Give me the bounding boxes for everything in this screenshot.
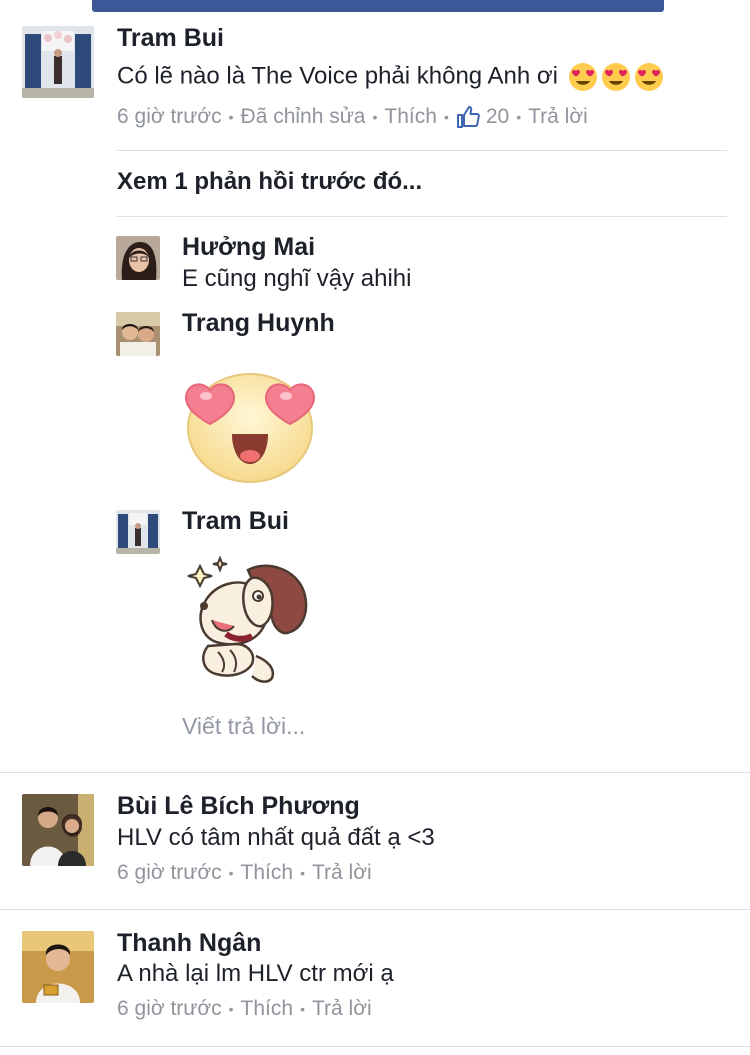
divider [0,1046,750,1047]
divider [117,150,727,151]
meta-separator: • [300,865,305,881]
avatar-photo [116,510,160,554]
heart-eyes-emoji-icon [634,62,664,92]
meta-separator: • [228,1001,234,1017]
heart-eyes-emoji-icon [568,62,598,92]
commenter-name[interactable]: Thanh Ngân [117,929,261,958]
meta-separator: • [228,109,234,125]
comment-meta: 6 giờ trước • Đã chỉnh sửa • Thích • 20 … [117,105,588,129]
comment-text: Có lẽ nào là The Voice phải không Anh ơi [117,62,664,92]
divider [0,772,750,773]
like-count[interactable]: 20 [486,105,509,129]
avatar[interactable] [22,794,94,866]
meta-separator: • [516,109,522,125]
edited-label[interactable]: Đã chỉnh sửa [241,105,366,129]
heart-eyes-sticker-icon[interactable] [180,368,320,484]
replier-name[interactable]: Hưởng Mai [182,233,315,262]
reply-button[interactable]: Trả lời [312,861,372,885]
avatar[interactable] [116,236,160,280]
avatar-photo [22,794,94,866]
replier-name[interactable]: Tram Bui [182,507,289,536]
replier-name[interactable]: Trang Huynh [182,309,335,338]
avatar[interactable] [116,510,160,554]
meta-separator: • [372,109,378,125]
comment-time[interactable]: 6 giờ trước [117,997,222,1021]
avatar-photo [22,931,94,1003]
top-nav-strip [92,0,664,12]
heart-eyes-emoji-icon [601,62,631,92]
top-nav-bar [0,0,750,14]
like-button[interactable]: Thích [384,105,437,129]
comment-meta: 6 giờ trước • Thích • Trả lời [117,861,372,885]
comment-text: A nhà lại lm HLV ctr mới ạ [117,960,394,987]
dog-sticker-icon[interactable] [186,555,312,686]
avatar-photo [116,236,160,280]
divider [117,216,727,217]
meta-separator: • [443,109,449,125]
commenter-name[interactable]: Tram Bui [117,24,224,53]
comment-text-content: Có lẽ nào là The Voice phải không Anh ơi [117,62,558,90]
comment-time[interactable]: 6 giờ trước [117,105,222,129]
comment-text: HLV có tâm nhất quả đất ạ <3 [117,824,435,851]
reply-text: E cũng nghĩ vậy ahihi [182,265,412,292]
meta-separator: • [228,865,234,881]
avatar[interactable] [22,26,94,98]
divider [0,909,750,910]
comment-time[interactable]: 6 giờ trước [117,861,222,885]
reply-button[interactable]: Trả lời [312,997,372,1021]
see-previous-replies-link[interactable]: Xem 1 phản hồi trước đó... [117,168,422,196]
avatar-photo [116,312,160,356]
like-button[interactable]: Thích [241,861,294,885]
thumbs-up-icon[interactable] [456,105,480,129]
avatar-photo [22,26,94,98]
like-button[interactable]: Thích [241,997,294,1021]
avatar[interactable] [22,931,94,1003]
reply-button[interactable]: Trả lời [528,105,588,129]
reply-input[interactable]: Viết trả lời... [182,713,305,740]
comment-meta: 6 giờ trước • Thích • Trả lời [117,997,372,1021]
meta-separator: • [300,1001,305,1017]
commenter-name[interactable]: Bùi Lê Bích Phương [117,792,360,821]
avatar[interactable] [116,312,160,356]
